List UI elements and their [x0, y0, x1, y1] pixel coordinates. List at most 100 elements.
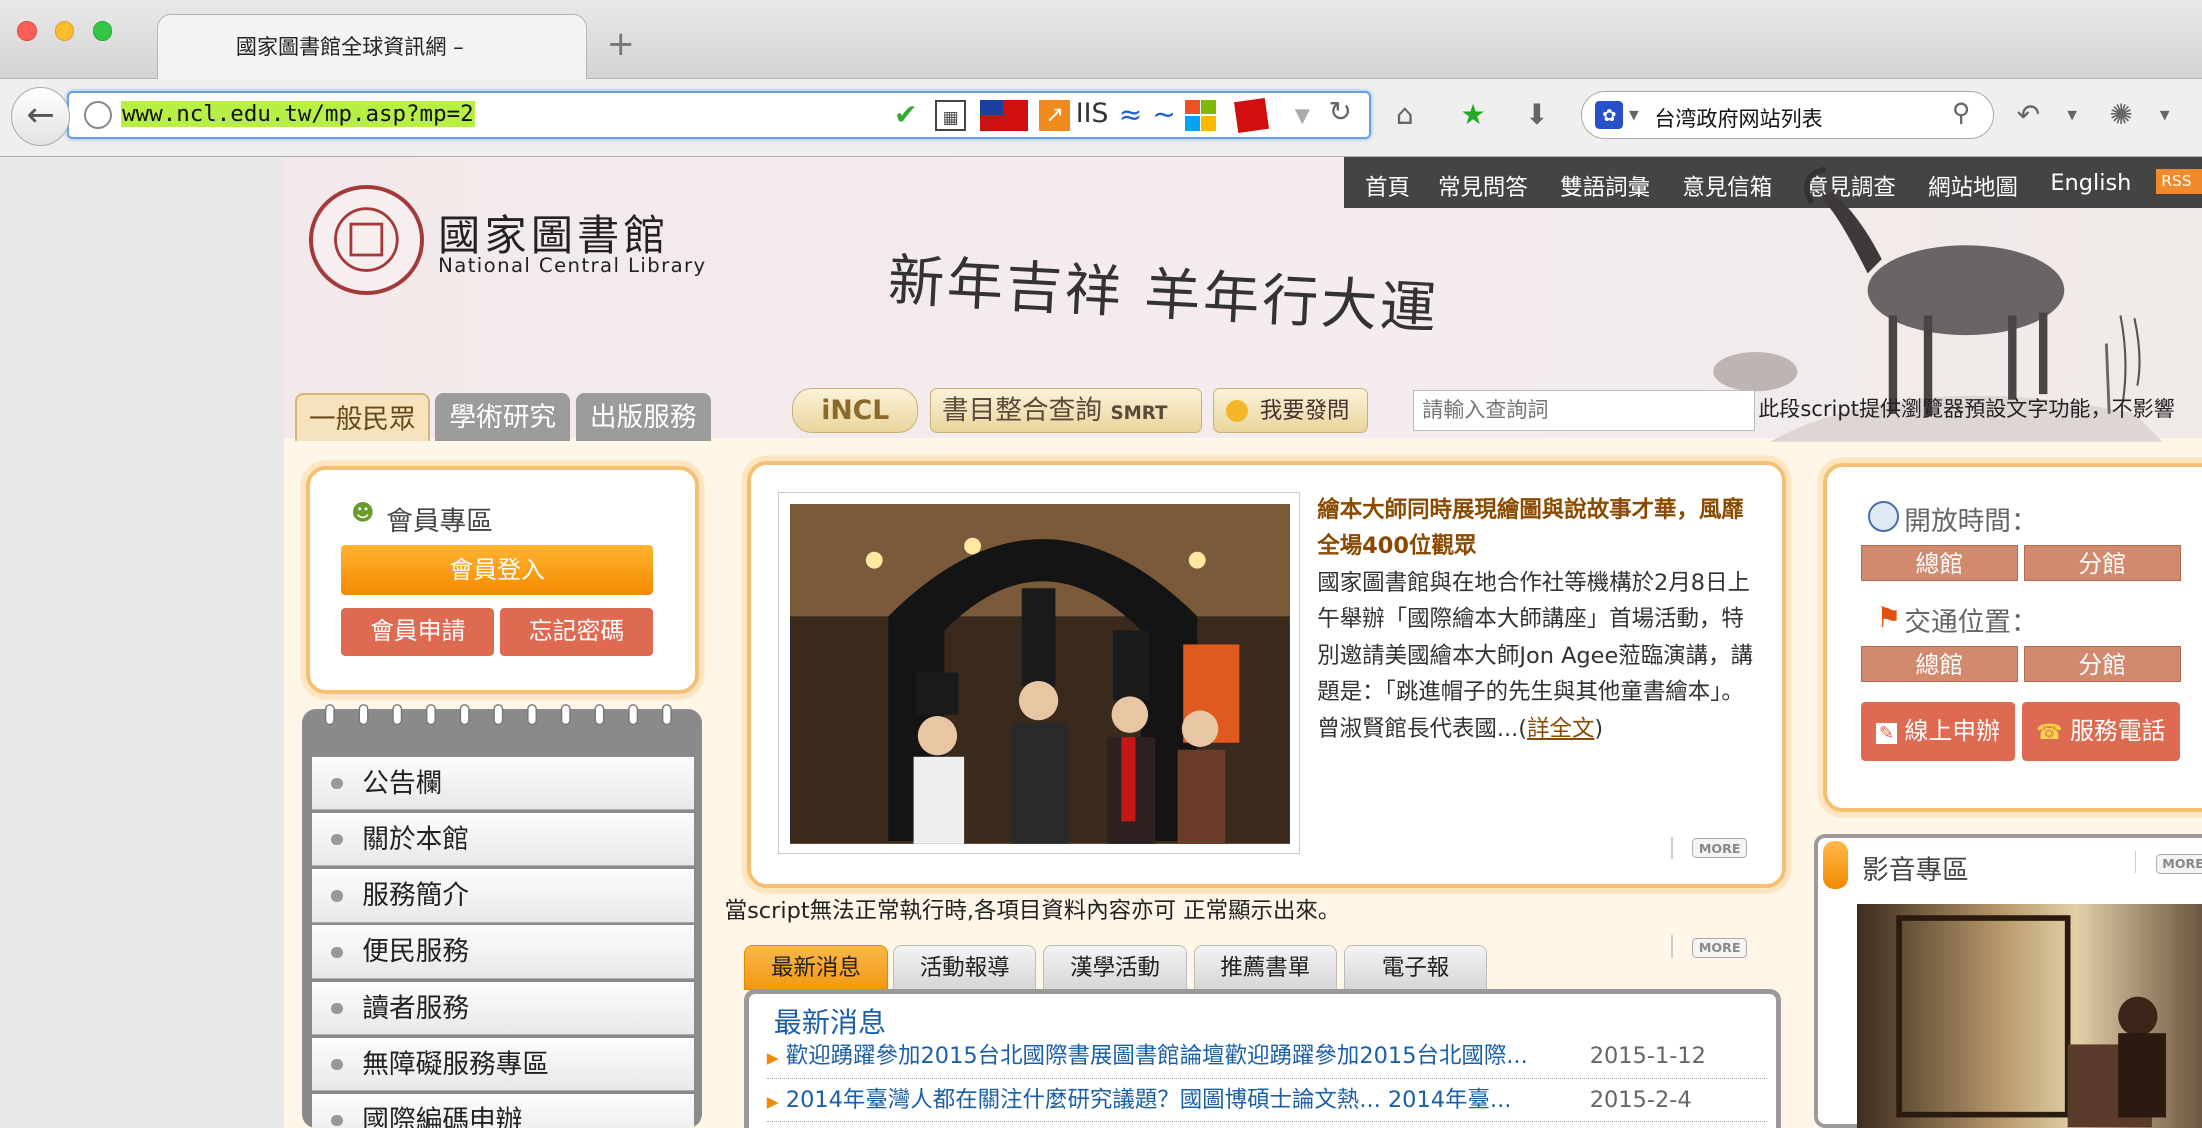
forgot-password-button[interactable]: 忘記密碼 [499, 608, 653, 656]
reload-icon[interactable]: ↻ [1329, 95, 1353, 128]
tab-general-public[interactable]: 一般民眾 [294, 393, 430, 441]
member-login-button[interactable]: 會員登入 [341, 544, 653, 596]
site-search-input[interactable] [1412, 390, 1756, 432]
back-arrow-icon[interactable]: ← [11, 87, 71, 147]
triangle-bullet-icon: ▶ [766, 1092, 779, 1111]
library-seal-logo[interactable] [308, 185, 425, 295]
news-title[interactable]: 2014年臺灣人都在關注什麼研究議題？國圖博碩士論文熱... 2014年臺... [786, 1087, 1512, 1113]
wave-icon[interactable]: ≈ [1115, 99, 1146, 131]
bug-addon-icon[interactable]: ✺ [2109, 98, 2133, 131]
baidu-paw-icon[interactable]: ✿ [1595, 101, 1624, 130]
divider [1671, 935, 1673, 958]
traffic-branch-library[interactable]: 分館 [2023, 645, 2181, 683]
url-text[interactable]: www.ncl.edu.tw/mp.asp?mp=2 [120, 101, 476, 128]
tab-recommended-books[interactable]: 推薦書單 [1193, 945, 1337, 991]
close-window-button[interactable] [16, 21, 37, 41]
undo-icon[interactable]: ↶ [2017, 98, 2041, 131]
service-phone-label: 服務電話 [2070, 717, 2166, 746]
windows-icon[interactable] [1185, 99, 1217, 131]
tab-latest-news[interactable]: 最新消息 [744, 945, 888, 991]
side-nav-isbn[interactable]: 國際編碼申辦 [311, 1093, 694, 1128]
news-row[interactable]: ▶ 2014年臺灣人都在關注什麼研究議題？國圖博碩士論文熱... 2014年臺.… [766, 1079, 1767, 1123]
side-nav-label: 讀者服務 [362, 992, 469, 1024]
news-more-button[interactable]: MORE [1692, 938, 1748, 958]
featured-photo[interactable] [778, 491, 1301, 854]
media-photo-image [1895, 915, 2166, 1128]
featured-more-button[interactable]: MORE [1692, 838, 1748, 859]
divider [1671, 836, 1673, 860]
featured-title[interactable]: 繪本大師同時展現繪圖與說故事才華，風靡全場400位觀眾 [1317, 492, 1764, 565]
side-nav-convenience[interactable]: 便民服務 [311, 925, 694, 979]
browser-search-text[interactable]: 台湾政府网站列表 [1654, 103, 1822, 133]
news-row[interactable]: ▶ 歡迎踴躍參加2015台北國際書展圖書館論壇歡迎踴躍參加2015台北國際...… [766, 1035, 1767, 1079]
addon-dropdown-icon[interactable]: ▼ [2160, 107, 2170, 122]
chart-addon-icon[interactable]: ↗ [1039, 99, 1071, 131]
smrt-label-cn: 書目整合查詢 [941, 394, 1102, 426]
incl-button[interactable]: iNCL [792, 387, 919, 433]
triangle-bullet-icon: ▶ [766, 1048, 779, 1067]
online-application-button[interactable]: ✎ 線上申辦 [1860, 702, 2016, 762]
script-notice: 此段script提供瀏覽器預設文字功能，不影響 [1758, 396, 2175, 422]
online-application-label: 線上申辦 [1904, 717, 2000, 746]
download-icon[interactable]: ⬇ [1525, 98, 1549, 131]
qr-code-icon[interactable]: ▦ [935, 99, 967, 131]
dropdown-arrow-icon[interactable]: ▼ [1295, 104, 1310, 127]
traffic-main-library[interactable]: 總館 [1860, 645, 2019, 683]
side-nav-label: 服務簡介 [362, 880, 469, 912]
side-nav-services[interactable]: 服務簡介 [311, 869, 694, 923]
media-more-button[interactable]: MORE [2155, 853, 2202, 874]
zoom-window-button[interactable] [92, 21, 113, 41]
nav-faq[interactable]: 常見問答 [1438, 170, 1528, 202]
logo-english-name[interactable]: National Central Library [438, 254, 706, 277]
divider [2134, 851, 2136, 874]
home-icon[interactable]: ⌂ [1396, 98, 1414, 131]
ask-question-button[interactable]: 我要發問 [1213, 387, 1368, 433]
smiley-icon [1225, 399, 1249, 423]
side-nav-about[interactable]: 關於本館 [311, 813, 694, 867]
side-nav-reader-services[interactable]: 讀者服務 [311, 981, 694, 1035]
minimize-window-button[interactable] [54, 21, 75, 41]
shield-check-icon[interactable]: ✔ [890, 99, 921, 131]
smrt-search-button[interactable]: 書目整合查詢 SMRT [929, 387, 1203, 433]
clock-icon [1867, 501, 1899, 533]
undo-dropdown-icon[interactable]: ▼ [2067, 107, 2077, 122]
side-nav-label: 便民服務 [362, 936, 469, 968]
members-icon: ☻ [351, 499, 375, 526]
phone-icon: ☎ [2036, 719, 2063, 745]
bullet-icon [331, 890, 343, 902]
tab-newsletter[interactable]: 電子報 [1343, 945, 1488, 991]
engine-dropdown-icon[interactable]: ▼ [1629, 107, 1639, 122]
bookmark-star-icon[interactable]: ★ [1461, 98, 1486, 131]
taiwan-flag-icon[interactable] [980, 99, 1028, 131]
side-nav-label: 無障礙服務專區 [362, 1048, 550, 1080]
side-nav-accessibility[interactable]: 無障礙服務專區 [311, 1037, 694, 1092]
tilde-icon[interactable]: ~ [1149, 99, 1180, 131]
nav-home[interactable]: 首頁 [1365, 170, 1410, 202]
featured-body: 國家圖書館與在地合作社等機構於2月8日上午舉辦「國際繪本大師講座」首場活動，特別… [1317, 565, 1764, 748]
service-phone-button[interactable]: ☎ 服務電話 [2022, 702, 2180, 762]
flag-addon-icon[interactable] [1233, 97, 1269, 133]
bullet-icon [331, 1115, 343, 1127]
orange-marker-icon [1822, 841, 1849, 889]
tab-activity-reports[interactable]: 活動報導 [893, 945, 1037, 991]
member-apply-button[interactable]: 會員申請 [341, 608, 495, 656]
notebook-rings [325, 704, 672, 726]
news-date: 2015-2-4 [1589, 1086, 1692, 1113]
hours-main-library[interactable]: 總館 [1860, 544, 2019, 582]
hours-branch-library[interactable]: 分館 [2023, 544, 2181, 582]
nav-glossary[interactable]: 雙語詞彙 [1560, 170, 1650, 202]
iis-icon[interactable]: IIS [1076, 98, 1109, 129]
event-photo-image [790, 503, 1291, 844]
news-date: 2015-1-12 [1589, 1042, 1706, 1069]
new-tab-button[interactable]: + [607, 24, 635, 63]
news-title[interactable]: 歡迎踴躍參加2015台北國際書展圖書館論壇歡迎踴躍參加2015台北國際... [786, 1043, 1528, 1069]
tab-publishing-services[interactable]: 出版服務 [575, 393, 711, 441]
read-more-link[interactable]: 詳全文 [1527, 716, 1594, 742]
search-icon[interactable]: ⚲ [1952, 98, 1971, 127]
media-photo[interactable] [1856, 904, 2202, 1128]
media-zone-title: 影音專區 [1862, 855, 1969, 887]
side-nav-bulletin[interactable]: 公告欄 [311, 756, 694, 811]
tab-sinology[interactable]: 漢學活動 [1043, 945, 1187, 991]
tab-academic-research[interactable]: 學術研究 [435, 393, 571, 441]
form-icon: ✎ [1876, 723, 1897, 745]
